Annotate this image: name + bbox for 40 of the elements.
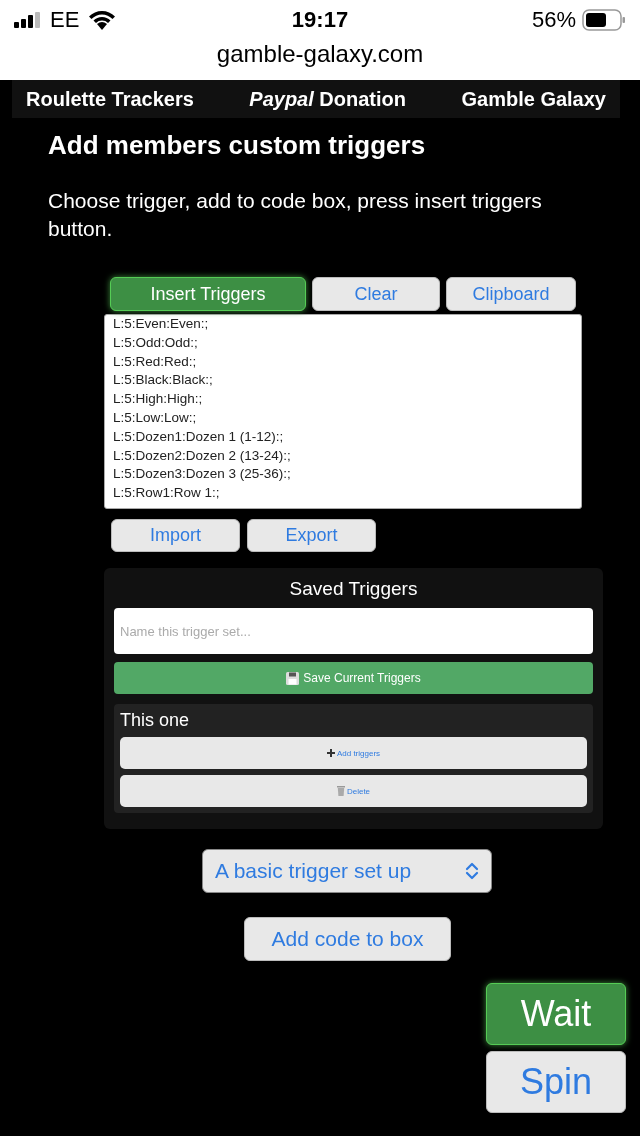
- battery-icon: [582, 9, 626, 31]
- action-button[interactable]: Spin: [486, 1051, 626, 1113]
- add-code-button[interactable]: Add code to box: [244, 917, 451, 961]
- save-button[interactable]: Save Current Triggers: [114, 662, 593, 694]
- code-box[interactable]: L:5:Even:Even:; L:5:Odd:Odd:; L:5:Red:Red:; L:5:Black:Black:; L:5:High:High:; L:5:Low:Low:; L:5:Dozen1:Dozen 1 (1-12):; L:5:Dozen2:Dozen 2 (13-24):; L:5:Dozen3:Dozen 3 (25-36):; L:5:Row1:Row 1:;: [104, 314, 582, 509]
- trigger-select[interactable]: A basic trigger set up: [202, 849, 492, 893]
- carrier-name: EE: [50, 7, 80, 33]
- battery-percent: 56%: [531, 7, 576, 33]
- code-line: L:5:Even:Even:;: [113, 315, 210, 333]
- code-line: L:5:High:High:;: [113, 390, 204, 409]
- toolbar-button[interactable]: Insert Triggers: [110, 277, 306, 311]
- toolbar-button[interactable]: Clear: [312, 277, 440, 311]
- code-line: L:5:Odd:Odd:;: [113, 333, 199, 352]
- toolbar-button[interactable]: Clipboard: [446, 277, 576, 311]
- io-button[interactable]: Export: [247, 519, 376, 552]
- code-line: L:5:Black:Black:;: [113, 371, 214, 390]
- name-field[interactable]: Name this trigger set...: [114, 608, 593, 654]
- panel-title: Saved Triggers: [288, 578, 419, 600]
- plus-icon: [326, 749, 335, 757]
- code-line: L:5:Dozen2:Dozen 2 (13-24):;: [113, 446, 292, 465]
- page-heading: Add members custom triggers: [48, 130, 427, 161]
- instructions-text: Choose trigger, add to code box, press insert triggers button.: [48, 188, 543, 242]
- nav-link[interactable]: Gamble Galaxy: [461, 87, 606, 111]
- clock-time: 19:17: [291, 7, 349, 33]
- wifi-icon: [87, 9, 118, 31]
- code-line: L:5:Dozen3:Dozen 3 (25-36):;: [113, 465, 292, 484]
- code-line: L:5:Row1:Row 1:;: [113, 484, 221, 503]
- signal-icon: [14, 12, 42, 28]
- nav-link[interactable]: Roulette Trackers: [26, 87, 194, 111]
- io-button[interactable]: Import: [111, 519, 240, 552]
- code-line: L:5:Low:Low:;: [113, 409, 198, 427]
- nav-link[interactable]: Paypal Donation: [249, 87, 406, 111]
- trigger-set-name: This one: [120, 710, 191, 731]
- trash-icon: [336, 786, 345, 796]
- add-triggers-button[interactable]: Add triggers: [120, 737, 587, 769]
- delete-button[interactable]: Delete: [120, 775, 587, 807]
- code-line: L:5:Dozen1:Dozen 1 (1-12):;: [113, 427, 285, 446]
- chevron-up-down-icon: [465, 861, 479, 881]
- code-line: L:5:Red:Red:;: [113, 352, 198, 371]
- action-button[interactable]: Wait: [486, 983, 626, 1045]
